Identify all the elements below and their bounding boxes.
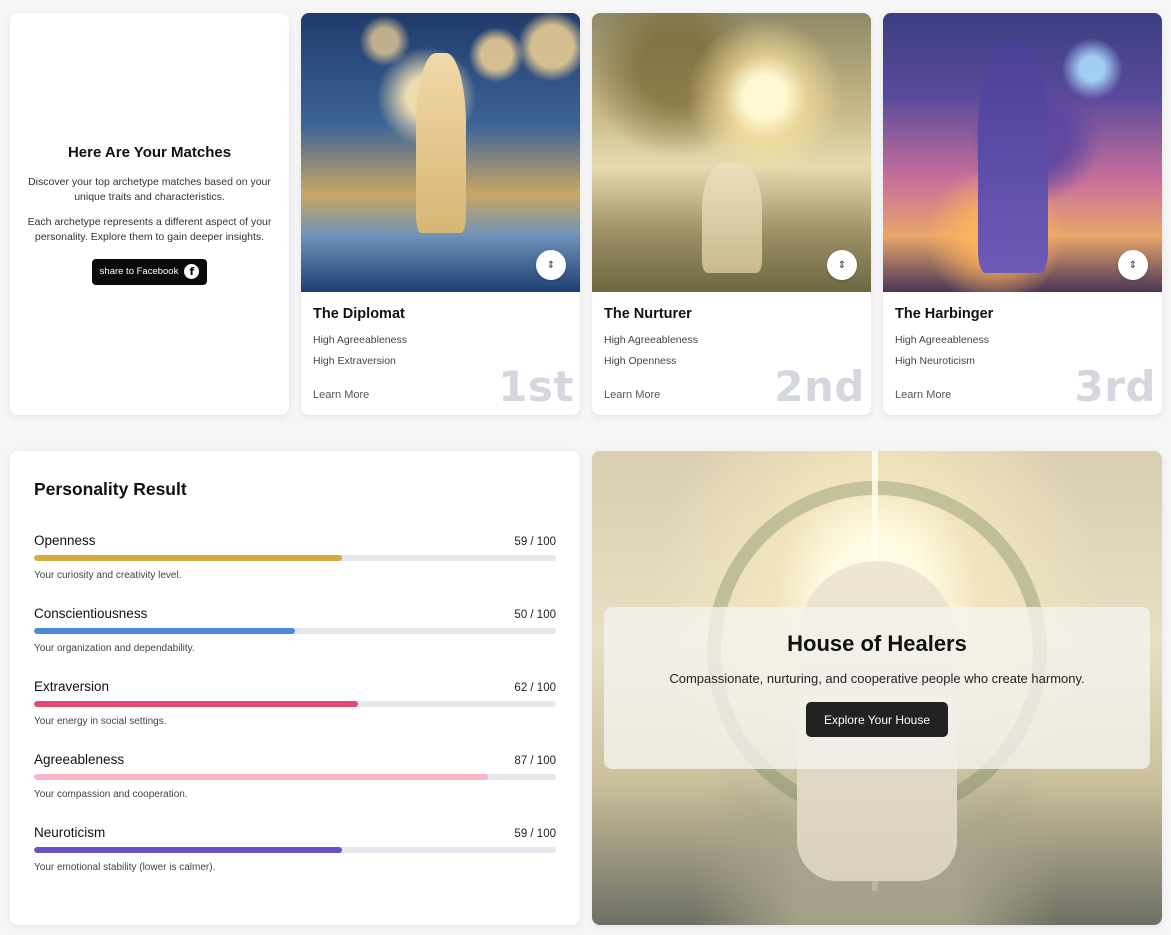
match-rank: 1st: [498, 362, 574, 411]
trait-progress-fill: [34, 555, 342, 561]
explore-house-button[interactable]: Explore Your House: [805, 702, 949, 737]
share-facebook-button[interactable]: share to Facebook f: [91, 258, 208, 285]
house-card: House of Healers Compassionate, nurturin…: [592, 451, 1162, 925]
match-name: The Harbinger: [895, 306, 994, 322]
trait-agreeableness: Agreeableness 87 / 100 Your compassion a…: [34, 752, 556, 800]
trait-progress-fill: [34, 628, 295, 634]
trait-name: Conscientiousness: [34, 606, 148, 621]
expand-icon[interactable]: ⇕: [536, 250, 566, 280]
trait-neuroticism: Neuroticism 59 / 100 Your emotional stab…: [34, 825, 556, 873]
learn-more-link[interactable]: Learn More: [604, 389, 660, 401]
trait-name: Openness: [34, 533, 96, 548]
trait-description: Your energy in social settings.: [34, 716, 167, 727]
trait-description: Your compassion and cooperation.: [34, 789, 188, 800]
facebook-icon: f: [184, 264, 200, 279]
trait-progress-bar: [34, 774, 556, 780]
match-card-harbinger[interactable]: ⇕ The Harbinger High Agreeableness High …: [883, 13, 1162, 415]
matches-description: Discover your top archetype matches base…: [28, 175, 271, 203]
trait-score: 62 / 100: [514, 682, 556, 694]
trait-progress-bar: [34, 847, 556, 853]
trait-openness: Openness 59 / 100 Your curiosity and cre…: [34, 533, 556, 581]
match-card-diplomat[interactable]: ⇕ The Diplomat High Agreeableness High E…: [301, 13, 580, 415]
match-name: The Diplomat: [313, 306, 405, 322]
house-description: Compassionate, nurturing, and cooperativ…: [669, 671, 1085, 686]
trait-progress-fill: [34, 774, 489, 780]
trait-progress-fill: [34, 701, 358, 707]
nurturer-image: ⇕: [592, 13, 871, 292]
harbinger-image: ⇕: [883, 13, 1162, 292]
trait-extraversion: Extraversion 62 / 100 Your energy in soc…: [34, 679, 556, 727]
trait-score: 59 / 100: [514, 828, 556, 840]
trait-name: Neuroticism: [34, 825, 106, 840]
matches-explanation: Each archetype represents a different as…: [27, 215, 272, 243]
trait-description: Your emotional stability (lower is calme…: [34, 862, 216, 873]
trait-list: Openness 59 / 100 Your curiosity and cre…: [34, 533, 556, 873]
trait-name: Agreeableness: [34, 752, 125, 767]
match-name: The Nurturer: [604, 306, 692, 322]
trait-score: 50 / 100: [514, 609, 556, 621]
trait-progress-bar: [34, 628, 556, 634]
trait-conscientiousness: Conscientiousness 50 / 100 Your organiza…: [34, 606, 556, 654]
expand-icon[interactable]: ⇕: [1118, 250, 1148, 280]
trait-score: 87 / 100: [514, 755, 556, 767]
share-facebook-label: share to Facebook: [99, 266, 179, 277]
match-trait: High Agreeableness: [313, 334, 407, 346]
trait-score: 59 / 100: [514, 536, 556, 548]
matches-title: Here Are Your Matches: [67, 143, 232, 161]
match-rank: 2nd: [774, 362, 865, 411]
match-card-nurturer[interactable]: ⇕ The Nurturer High Agreeableness High O…: [592, 13, 871, 415]
match-rank: 3rd: [1074, 362, 1156, 411]
trait-description: Your organization and dependability.: [34, 643, 195, 654]
trait-progress-fill: [34, 847, 342, 853]
trait-progress-bar: [34, 555, 556, 561]
match-trait: High Agreeableness: [604, 334, 698, 346]
trait-progress-bar: [34, 701, 556, 707]
trait-name: Extraversion: [34, 679, 110, 694]
learn-more-link[interactable]: Learn More: [313, 389, 369, 401]
trait-description: Your curiosity and creativity level.: [34, 570, 182, 581]
house-title: House of Healers: [787, 631, 967, 656]
matches-intro-card: Here Are Your Matches Discover your top …: [10, 13, 289, 415]
learn-more-link[interactable]: Learn More: [895, 389, 951, 401]
house-overlay: House of Healers Compassionate, nurturin…: [604, 607, 1150, 769]
expand-icon[interactable]: ⇕: [827, 250, 857, 280]
match-trait: High Agreeableness: [895, 334, 989, 346]
personality-title: Personality Result: [34, 479, 187, 499]
diplomat-image: ⇕: [301, 13, 580, 292]
personality-result-card: Personality Result Openness 59 / 100 You…: [10, 451, 580, 925]
